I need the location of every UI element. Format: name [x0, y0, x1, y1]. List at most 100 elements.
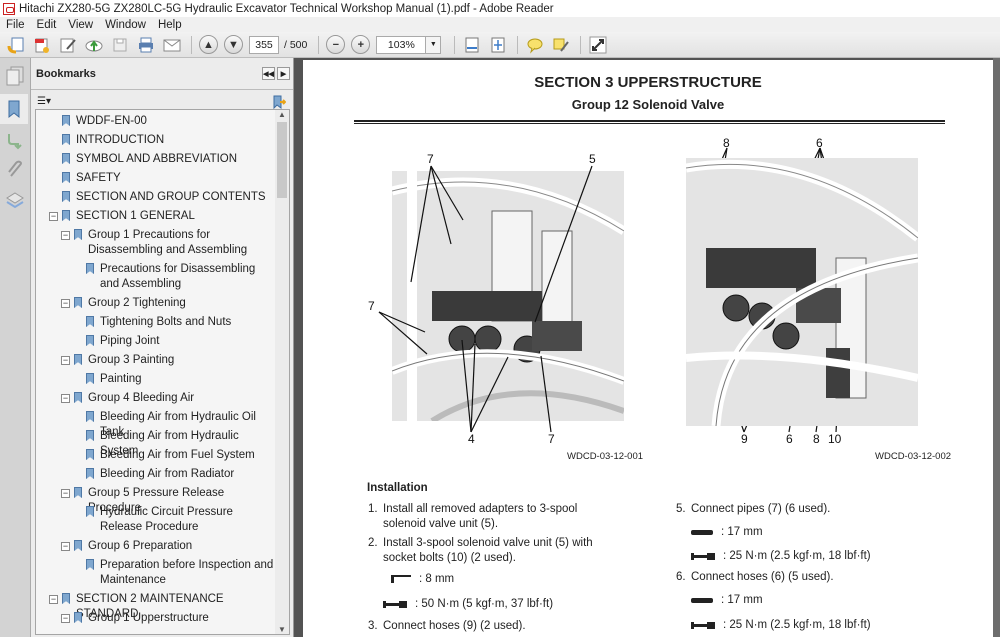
step-2-torque-spec: : 50 N·m (5 kgf·m, 37 lbf·ft)	[383, 598, 553, 610]
page-thumbnails-icon[interactable]	[3, 64, 27, 88]
bookmark-item[interactable]: − Group 4 Bleeding Air	[61, 391, 277, 406]
bookmark-icon	[74, 229, 82, 240]
document-scrollbar[interactable]	[993, 58, 1000, 637]
callout-8: 8	[813, 432, 820, 446]
step-1-text: Install all removed adapters to 3-spool …	[383, 503, 578, 530]
print-icon[interactable]	[136, 35, 156, 55]
menu-file[interactable]: File	[0, 19, 31, 31]
figure-id: WDCD-03-12-001	[567, 451, 644, 462]
menu-edit[interactable]: Edit	[31, 19, 63, 31]
bookmark-item[interactable]: Bleeding Air from Fuel System	[86, 448, 277, 463]
zoom-dropdown[interactable]: ▼	[426, 35, 442, 54]
bookmark-icon	[62, 115, 70, 126]
create-pdf-icon[interactable]	[6, 35, 26, 55]
collapse-toggle-icon[interactable]: −	[61, 299, 70, 308]
collapse-toggle-icon[interactable]: −	[61, 542, 70, 551]
bookmarks-scrollbar[interactable]: ▲ ▼	[275, 110, 289, 634]
bookmark-icon	[62, 210, 70, 221]
fullscreen-icon[interactable]	[588, 35, 608, 55]
scrollbar-thumb[interactable]	[277, 122, 287, 198]
bookmark-item[interactable]: Bleeding Air from Radiator	[86, 467, 277, 482]
bookmark-item[interactable]: SECTION AND GROUP CONTENTS	[62, 190, 277, 205]
bookmark-icon	[86, 559, 94, 570]
zoom-in-button[interactable]: +	[351, 35, 371, 54]
step-6-torque-spec: : 25 N·m (2.5 kgf·m, 18 lbf·ft)	[691, 619, 871, 631]
bookmark-item[interactable]: − Group 1 Upperstructure	[61, 611, 277, 626]
collapse-toggle-icon[interactable]: −	[61, 489, 70, 498]
fit-page-icon[interactable]	[488, 35, 508, 55]
bookmark-icon	[62, 153, 70, 164]
bookmark-item[interactable]: Tightening Bolts and Nuts	[86, 315, 277, 330]
menu-window[interactable]: Window	[99, 19, 152, 31]
collapse-toggle-icon[interactable]: −	[49, 212, 58, 221]
torque-wrench-icon	[383, 600, 407, 608]
bookmarks-tab-icon[interactable]	[0, 94, 28, 124]
email-icon[interactable]	[162, 35, 182, 55]
expand-current-bookmark-icon[interactable]	[272, 95, 286, 109]
menu-view[interactable]: View	[62, 19, 99, 31]
layers-icon[interactable]	[3, 188, 27, 212]
collapse-toggle-icon[interactable]: −	[49, 595, 58, 604]
zoom-out-button[interactable]: −	[326, 35, 346, 54]
bookmark-label: SECTION 1 GENERAL	[76, 210, 195, 222]
prev-page-button[interactable]: ▲	[199, 35, 218, 54]
bookmark-item[interactable]: SAFETY	[62, 171, 277, 186]
scroll-up-icon[interactable]: ▲	[275, 110, 289, 119]
collapse-toggle-icon[interactable]: −	[61, 394, 70, 403]
collapse-toggle-icon[interactable]: −	[61, 614, 70, 623]
window-title: Hitachi ZX280-5G ZX280LC-5G Hydraulic Ex…	[19, 2, 554, 15]
page-number-input[interactable]: 355	[249, 35, 279, 54]
bookmark-icon	[86, 316, 94, 327]
torque-value: : 25 N·m (2.5 kgf·m, 18 lbf·ft)	[723, 550, 871, 562]
bookmark-item[interactable]: SYMBOL AND ABBREVIATION	[62, 152, 277, 167]
collapse-panel-button[interactable]: ◀◀	[262, 67, 275, 80]
comment-icon[interactable]	[525, 35, 545, 55]
export-pdf-icon[interactable]	[32, 35, 52, 55]
bookmark-icon	[86, 430, 94, 441]
bookmark-item[interactable]: WDDF-EN-00	[62, 114, 277, 129]
fit-width-icon[interactable]	[462, 35, 482, 55]
menu-help[interactable]: Help	[152, 19, 188, 31]
pdf-page: SECTION 3 UPPERSTRUCTURE Group 12 Soleno…	[303, 60, 993, 637]
step-2-tool-spec: : 8 mm	[391, 573, 454, 585]
installation-heading: Installation	[367, 482, 428, 494]
bookmark-icon	[86, 468, 94, 479]
bookmark-item[interactable]: − Group 6 Preparation	[61, 539, 277, 554]
edit-icon[interactable]	[58, 35, 78, 55]
upload-cloud-icon[interactable]	[84, 35, 104, 55]
bookmark-item[interactable]: − Group 2 Tightening	[61, 296, 277, 311]
panel-splitter[interactable]	[295, 58, 302, 637]
panel-menu-button[interactable]: ▶	[277, 67, 290, 80]
bookmark-item[interactable]: − Group 3 Painting	[61, 353, 277, 368]
bookmark-item[interactable]: Piping Joint	[86, 334, 277, 349]
save-icon[interactable]	[110, 35, 130, 55]
bookmark-item[interactable]: Precautions for Disassembling and Assemb…	[86, 262, 277, 292]
bookmark-icon	[74, 487, 82, 498]
collapse-toggle-icon[interactable]: −	[61, 231, 70, 240]
bookmark-item[interactable]: Hydraulic Circuit Pressure Release Proce…	[86, 505, 277, 535]
bookmark-item[interactable]: Preparation before Inspection and Mainte…	[86, 558, 277, 588]
bookmark-item[interactable]: Painting	[86, 372, 277, 387]
bookmark-icon	[86, 449, 94, 460]
bookmark-label: Painting	[100, 373, 142, 385]
bookmark-label: Group 2 Tightening	[88, 297, 186, 309]
step-5-tool-spec: : 17 mm	[691, 526, 763, 538]
bookmark-item[interactable]: INTRODUCTION	[62, 133, 277, 148]
bookmark-item[interactable]: − SECTION 1 GENERAL	[49, 209, 277, 224]
bookmark-item[interactable]: − Group 1 Precautions for Disassembling a…	[61, 228, 277, 258]
bookmark-label: INTRODUCTION	[76, 134, 165, 146]
highlight-icon[interactable]	[551, 35, 571, 55]
bookmark-label: Group 3 Painting	[88, 354, 175, 366]
zoom-level-input[interactable]: 103%	[376, 35, 427, 54]
bookmark-label: Group 6 Preparation	[88, 540, 193, 552]
signatures-icon[interactable]	[3, 128, 27, 152]
bookmark-icon	[74, 540, 82, 551]
scroll-down-icon[interactable]: ▼	[275, 625, 289, 634]
open-end-wrench-icon	[691, 597, 713, 603]
callout-6: 6	[816, 136, 823, 150]
next-page-button[interactable]: ▼	[224, 35, 243, 54]
bookmark-label: SECTION AND GROUP CONTENTS	[76, 191, 266, 203]
options-menu-icon[interactable]: ☰▾	[37, 96, 51, 107]
collapse-toggle-icon[interactable]: −	[61, 356, 70, 365]
attachments-icon[interactable]	[3, 158, 27, 182]
